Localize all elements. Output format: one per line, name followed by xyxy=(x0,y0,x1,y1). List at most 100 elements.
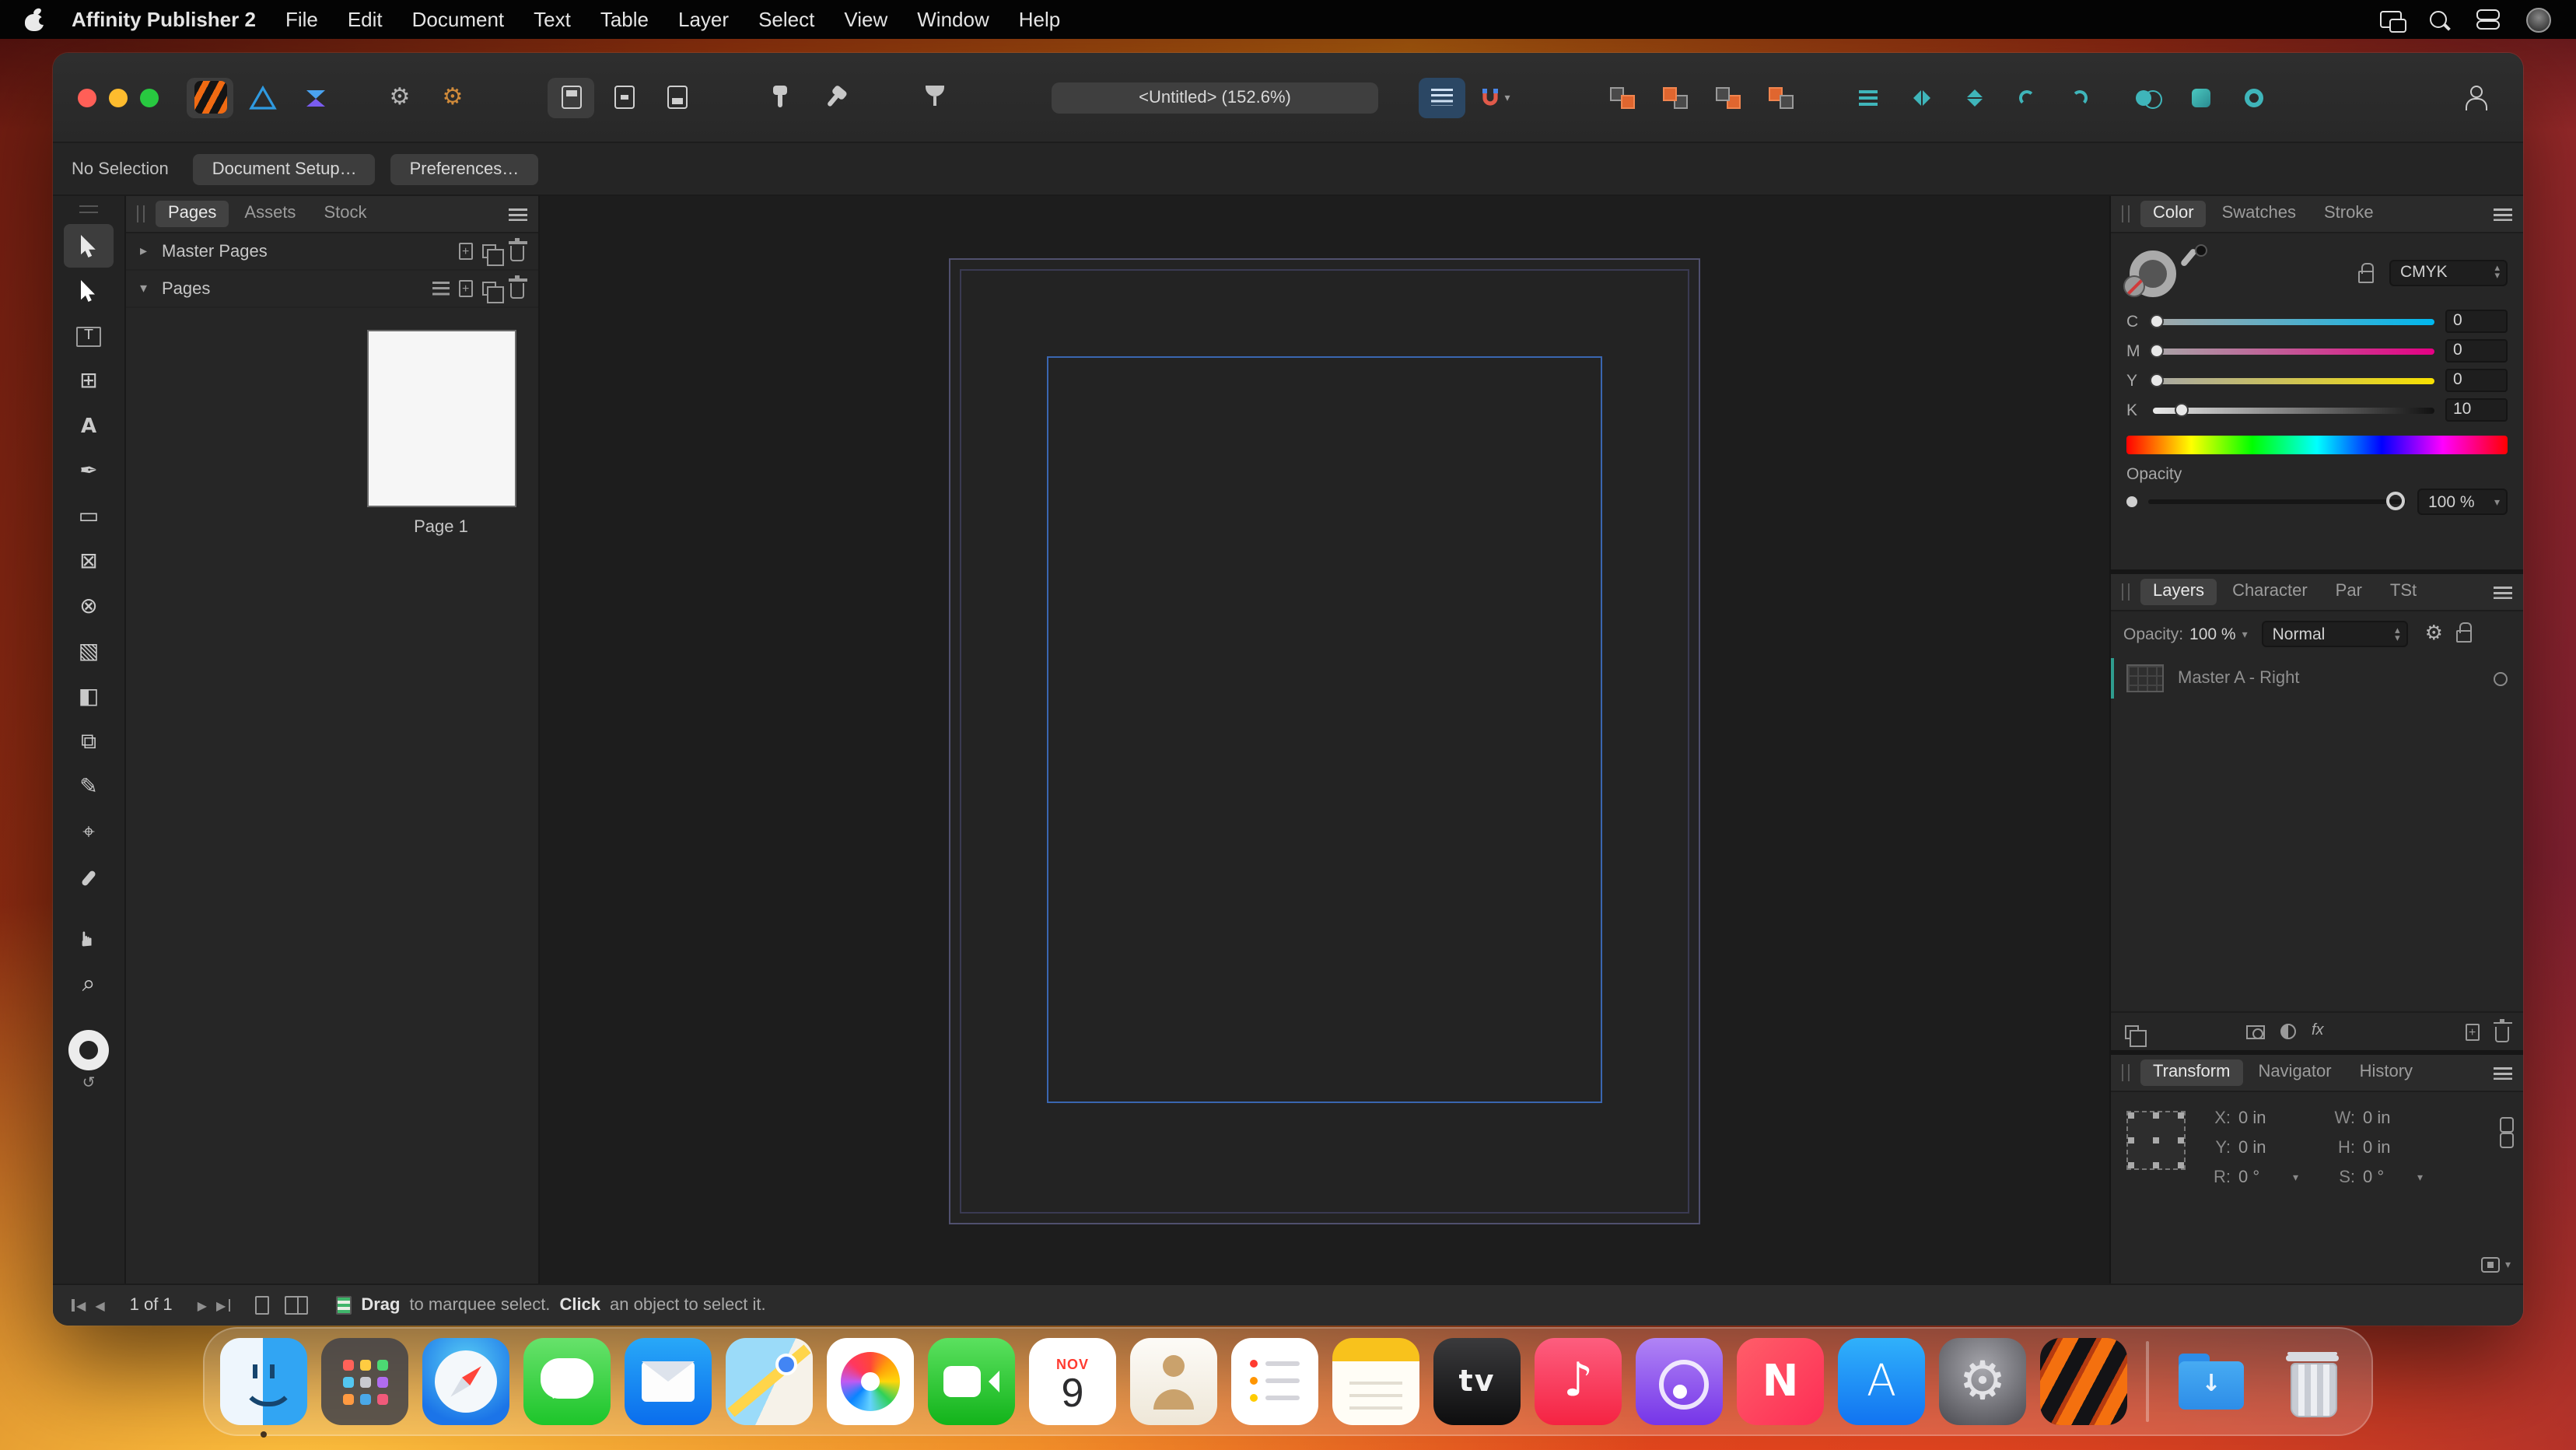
pin-float-button[interactable] xyxy=(756,77,803,117)
move-to-back-button[interactable] xyxy=(1758,77,1804,117)
menu-document[interactable]: Document xyxy=(412,0,505,39)
dock-photos[interactable] xyxy=(827,1338,914,1425)
menu-select[interactable]: Select xyxy=(758,0,814,39)
spread-view-icon[interactable] xyxy=(285,1296,308,1315)
dock-podcasts[interactable] xyxy=(1636,1338,1723,1425)
snapping-dropdown-icon[interactable] xyxy=(1504,91,1510,103)
delete-page-icon[interactable] xyxy=(510,283,524,299)
duplicate-page-icon[interactable] xyxy=(482,282,496,296)
tab-transform[interactable]: Transform xyxy=(2140,1059,2242,1086)
layer-opacity-value[interactable]: 100 % xyxy=(2189,625,2236,643)
slider-knob[interactable] xyxy=(2175,402,2189,416)
mask-layer-icon[interactable] xyxy=(2246,1024,2265,1038)
zoom-window-button[interactable] xyxy=(140,88,159,107)
tool-node[interactable] xyxy=(64,269,114,313)
master-pages-row[interactable]: Master Pages xyxy=(126,233,538,271)
insert-ontop-button[interactable] xyxy=(600,77,647,117)
first-page-button[interactable] xyxy=(72,1298,86,1312)
tab-character[interactable]: Character xyxy=(2220,579,2320,605)
layer-effects-icon[interactable]: fx xyxy=(2312,1024,2324,1039)
tool-brush[interactable]: ✎ xyxy=(64,765,114,809)
dock-contacts[interactable] xyxy=(1130,1338,1217,1425)
close-window-button[interactable] xyxy=(78,88,96,107)
panel-drag-handle[interactable] xyxy=(2122,583,2130,601)
fill-stroke-selector[interactable] xyxy=(2126,244,2210,300)
menu-text[interactable]: Text xyxy=(534,0,571,39)
tab-paragraph[interactable]: Par xyxy=(2323,579,2375,605)
chevron-down-icon[interactable] xyxy=(2417,1172,2423,1184)
duplicate-master-icon[interactable] xyxy=(482,244,496,258)
tab-layers[interactable]: Layers xyxy=(2140,579,2217,605)
channel-slider-track[interactable] xyxy=(2153,407,2434,413)
tab-text-styles[interactable]: TSt xyxy=(2378,579,2429,605)
dock-separator[interactable] xyxy=(2146,1341,2149,1422)
chevron-right-icon[interactable] xyxy=(140,243,152,259)
rotate-cw-button[interactable] xyxy=(2056,77,2103,117)
dock-news[interactable]: N xyxy=(1737,1338,1824,1425)
tab-color[interactable]: Color xyxy=(2140,201,2207,227)
text-flow-button[interactable] xyxy=(1419,77,1465,117)
delete-layer-icon[interactable] xyxy=(2495,1026,2509,1042)
menubar-app-name[interactable]: Affinity Publisher 2 xyxy=(72,8,256,31)
dock-trash[interactable] xyxy=(2269,1338,2356,1425)
blend-options-gear-icon[interactable]: ⚙ xyxy=(2425,624,2443,644)
hue-strip[interactable] xyxy=(2126,436,2508,454)
account-button[interactable] xyxy=(2452,77,2498,117)
tool-move[interactable] xyxy=(64,224,114,268)
flip-horizontal-button[interactable] xyxy=(1898,77,1944,117)
menu-table[interactable]: Table xyxy=(600,0,649,39)
preferences-button[interactable]: Preferences… xyxy=(391,153,538,184)
opacity-slider-track[interactable] xyxy=(2148,499,2406,504)
move-backward-button[interactable] xyxy=(1705,77,1752,117)
tab-swatches[interactable]: Swatches xyxy=(2210,201,2308,227)
add-page-icon[interactable] xyxy=(459,280,473,297)
minimize-window-button[interactable] xyxy=(109,88,128,107)
layer-thumbnail[interactable] xyxy=(2126,664,2164,692)
y-field[interactable]: 0 in xyxy=(2238,1139,2307,1158)
dock-music[interactable]: ♪ xyxy=(1535,1338,1622,1425)
dock-mail[interactable] xyxy=(625,1338,712,1425)
single-page-view-icon[interactable] xyxy=(255,1296,269,1315)
blend-mode-select[interactable]: Normal xyxy=(2262,621,2408,647)
page-display-options-icon[interactable] xyxy=(432,282,450,296)
document-canvas[interactable] xyxy=(540,196,2109,1284)
panel-menu-icon[interactable] xyxy=(2494,208,2512,220)
chevron-down-icon[interactable] xyxy=(2494,496,2500,508)
alignment-button[interactable] xyxy=(1845,77,1892,117)
tab-stroke[interactable]: Stroke xyxy=(2312,201,2386,227)
layer-visibility-toggle[interactable] xyxy=(2494,671,2508,685)
stepper-icon[interactable] xyxy=(2389,627,2400,641)
dock-notes[interactable] xyxy=(1332,1338,1419,1425)
link-dimensions-icon[interactable] xyxy=(2500,1117,2512,1148)
opacity-ring-button[interactable] xyxy=(2231,77,2277,117)
chevron-down-icon[interactable] xyxy=(2242,628,2248,640)
chevron-down-icon[interactable] xyxy=(2505,1259,2511,1271)
tool-crop[interactable]: ⧉ xyxy=(64,720,114,764)
menu-edit[interactable]: Edit xyxy=(348,0,383,39)
designer-persona-button[interactable] xyxy=(240,77,286,117)
stepper-icon[interactable] xyxy=(2488,265,2500,279)
color-settings-button[interactable]: ⚙ xyxy=(429,77,476,117)
duplicate-layer-icon[interactable] xyxy=(2125,1024,2139,1038)
menu-window[interactable]: Window xyxy=(917,0,989,39)
rotate-ccw-button[interactable] xyxy=(2004,77,2050,117)
user-account-icon[interactable] xyxy=(2526,7,2551,32)
next-page-button[interactable] xyxy=(198,1298,207,1312)
lock-layer-icon[interactable] xyxy=(2457,629,2473,642)
color-picker-button[interactable] xyxy=(2125,77,2172,117)
panel-menu-icon[interactable] xyxy=(2494,586,2512,598)
tool-table[interactable]: ⊞ xyxy=(64,359,114,403)
dock-launchpad[interactable] xyxy=(321,1338,408,1425)
transform-origin-icon[interactable] xyxy=(2482,1257,2501,1273)
w-field[interactable]: 0 in xyxy=(2363,1109,2431,1128)
menu-file[interactable]: File xyxy=(285,0,318,39)
channel-value-field[interactable]: 0 xyxy=(2445,369,2508,392)
no-color-icon[interactable] xyxy=(2123,275,2145,297)
adjustment-layer-icon[interactable] xyxy=(2280,1024,2296,1039)
fill-stroke-swatch[interactable] xyxy=(68,1030,109,1070)
channel-slider-track[interactable] xyxy=(2153,377,2434,384)
tool-picker[interactable] xyxy=(64,856,114,899)
chevron-down-icon[interactable] xyxy=(2293,1172,2298,1184)
page1-thumbnail[interactable] xyxy=(366,330,516,507)
dock-safari[interactable] xyxy=(422,1338,509,1425)
